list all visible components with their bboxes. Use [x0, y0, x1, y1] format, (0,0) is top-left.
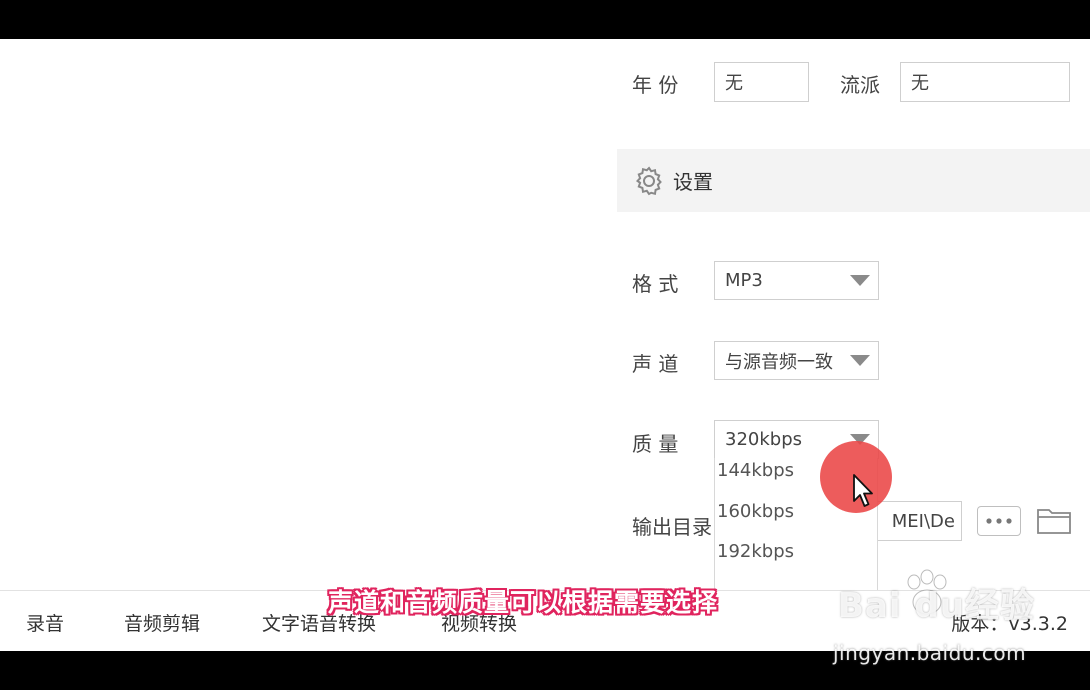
tab-audio-edit[interactable]: 音频剪辑: [124, 609, 200, 636]
channel-select-value: 与源音频一致: [725, 351, 833, 373]
year-input-value: 无: [725, 73, 743, 94]
gear-icon: [635, 165, 662, 195]
baidu-watermark-url: jingyan.baidu.com: [833, 641, 1027, 665]
mouse-cursor-icon: [853, 474, 873, 507]
chevron-down-icon: [850, 354, 870, 366]
genre-label: 流派: [840, 73, 880, 97]
channel-label: 声 道: [632, 352, 679, 376]
chevron-down-icon: [850, 274, 870, 286]
app-window: 年 份 无 流派 无 设置 格 式 MP3 声 道 与源音频一致 质 量 320…: [0, 39, 1090, 651]
channel-select[interactable]: 与源音频一致: [714, 341, 879, 380]
output-dir-label: 输出目录: [632, 515, 712, 539]
settings-title: 设置: [673, 170, 713, 194]
quality-option[interactable]: 192kbps: [715, 532, 877, 573]
quality-select-value: 320kbps: [725, 429, 803, 450]
browse-button[interactable]: [977, 506, 1021, 536]
year-label: 年 份: [632, 73, 679, 97]
output-dir-value: MEI\De: [891, 510, 955, 532]
more-dots-icon: [986, 518, 1012, 524]
baidu-watermark: Bai du经验: [838, 586, 1035, 626]
format-select[interactable]: MP3: [714, 261, 879, 300]
video-subtitle: 声道和音频质量可以根据需要选择: [328, 588, 719, 617]
folder-icon: [1037, 509, 1071, 534]
settings-section-header: 设置: [617, 149, 1090, 212]
format-select-value: MP3: [725, 270, 763, 291]
format-label: 格 式: [632, 272, 679, 296]
tab-record[interactable]: 录音: [26, 609, 64, 636]
genre-input[interactable]: 无: [900, 62, 1070, 102]
quality-label: 质 量: [632, 432, 679, 456]
year-input[interactable]: 无: [714, 62, 809, 102]
open-folder-button[interactable]: [1036, 504, 1072, 540]
genre-input-value: 无: [911, 73, 929, 94]
